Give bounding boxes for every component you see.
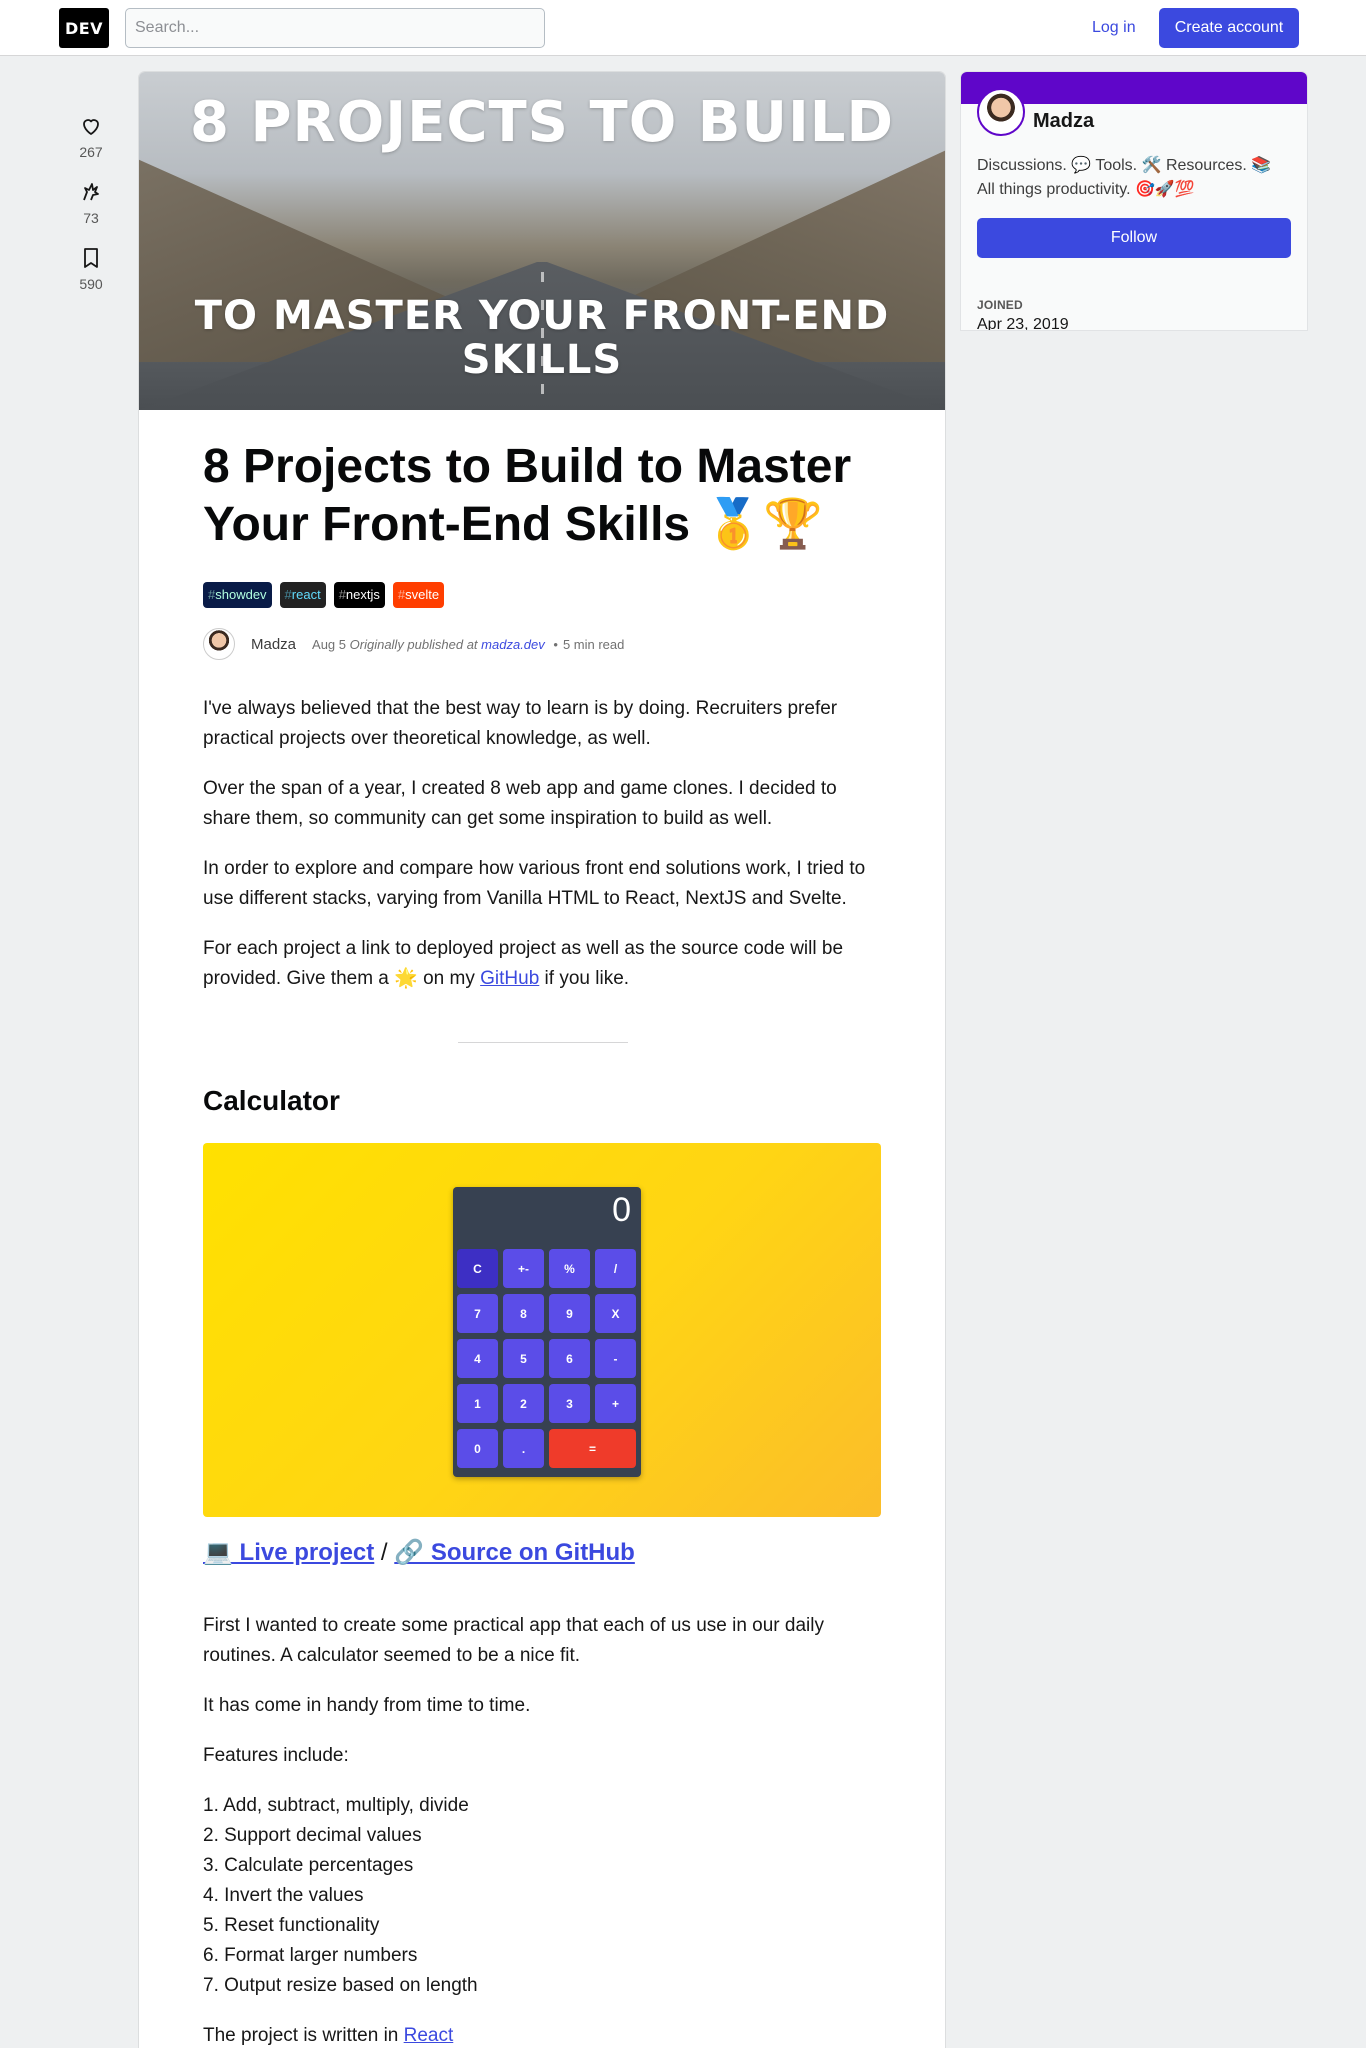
divider <box>458 1042 628 1043</box>
list-item: 2. Support decimal values <box>203 1825 422 1846</box>
project-links: 💻 Live project / 🔗 Source on GitHub <box>203 1537 883 1569</box>
calc-key: 4 <box>457 1339 498 1378</box>
sidebar-author-name[interactable]: Madza <box>1033 110 1094 133</box>
tag-list: #showdev #react #nextjs #svelte <box>203 582 883 608</box>
calc-key: - <box>595 1339 636 1378</box>
sidebar-avatar[interactable] <box>977 88 1025 136</box>
paragraph: The project is written in React <box>203 2025 454 2046</box>
calc-key: 1 <box>457 1384 498 1423</box>
article-title: 8 Projects to Build to Master Your Front… <box>203 440 852 551</box>
react-link[interactable]: React <box>404 2025 454 2046</box>
publish-date: Aug 5 <box>312 636 347 652</box>
calc-key: +- <box>503 1249 544 1288</box>
calc-key: X <box>595 1294 636 1333</box>
calculator-keypad: C +- % / 7 8 9 X 4 5 6 - 1 2 3 + 0 . = <box>457 1249 637 1468</box>
heart-icon <box>83 119 99 135</box>
search-input[interactable] <box>125 8 545 48</box>
list-item: 5. Reset functionality <box>203 1915 380 1936</box>
list-item: 6. Format larger numbers <box>203 1945 418 1966</box>
features-list: 1. Add, subtract, multiply, divide 2. Su… <box>203 1791 883 2001</box>
paragraph: Features include: <box>203 1745 349 1766</box>
unicorn-icon <box>83 183 99 201</box>
paragraph: Over the span of a year, I created 8 web… <box>203 778 837 829</box>
live-project-link[interactable]: 💻 Live project <box>203 1539 374 1566</box>
origin-link[interactable]: madza.dev <box>481 637 545 652</box>
list-item: 7. Output resize based on length <box>203 1975 478 1996</box>
save-reaction-button[interactable]: 590 <box>70 246 112 292</box>
originally-published-label: Originally published at <box>349 636 478 652</box>
tag-nextjs[interactable]: #nextjs <box>333 582 385 608</box>
calc-key: 7 <box>457 1294 498 1333</box>
unicorn-count: 73 <box>83 210 99 226</box>
read-time: 5 min read <box>562 636 625 652</box>
list-item: 1. Add, subtract, multiply, divide <box>203 1795 469 1816</box>
author-avatar[interactable] <box>203 628 235 660</box>
paragraph: I've always believed that the best way t… <box>203 698 838 749</box>
calc-key: 5 <box>503 1339 544 1378</box>
login-link[interactable]: Log in <box>1076 8 1152 48</box>
paragraph: First I wanted to create some practical … <box>203 1615 824 1666</box>
tag-react[interactable]: #react <box>279 582 326 608</box>
joined-label: JOINED <box>977 298 1023 312</box>
star-emoji: 🌟 <box>394 968 418 989</box>
article-meta: Aug 5 Originally published at madza.dev … <box>312 637 624 652</box>
calculator-screenshot: 0 C +- % / 7 8 9 X 4 5 6 - 1 2 3 + 0 . = <box>203 1143 881 1517</box>
calc-key: 6 <box>549 1339 590 1378</box>
cover-headline: 8 PROJECTS TO BUILD <box>190 90 894 155</box>
calc-key: C <box>457 1249 498 1288</box>
calc-key-equals: = <box>549 1429 636 1468</box>
calc-key: 2 <box>503 1384 544 1423</box>
article-content: I've always believed that the best way t… <box>203 694 883 2048</box>
bookmark-icon <box>84 248 98 268</box>
author-line: Madza Aug 5 Originally published at madz… <box>203 628 883 660</box>
calc-key: % <box>549 1249 590 1288</box>
section-heading-calculator: Calculator <box>203 1085 340 1116</box>
joined-date: Apr 23, 2019 <box>977 316 1069 330</box>
follow-button[interactable]: Follow <box>977 218 1291 258</box>
create-account-button[interactable]: Create account <box>1159 8 1299 48</box>
top-navbar: DEV Log in Create account <box>0 0 1366 56</box>
calc-key: . <box>503 1429 544 1468</box>
reaction-bar: 267 73 590 <box>70 114 112 332</box>
meta-separator: • <box>553 636 558 652</box>
list-item: 3. Calculate percentages <box>203 1855 414 1876</box>
article-body: 8 Projects to Build to Master Your Front… <box>203 410 883 2048</box>
paragraph: It has come in handy from time to time. <box>203 1695 531 1716</box>
unicorn-reaction-button[interactable]: 73 <box>70 180 112 226</box>
cover-subheadline: TO MASTER YOUR FRONT-END SKILLS <box>194 293 890 383</box>
calc-key: 0 <box>457 1429 498 1468</box>
cover-image: 8 PROJECTS TO BUILD TO MASTER YOUR FRONT… <box>139 72 945 410</box>
author-sidebar-card: Madza Discussions. 💬 Tools. 🛠️ Resources… <box>961 72 1307 330</box>
heart-reaction-button[interactable]: 267 <box>70 114 112 160</box>
tag-showdev[interactable]: #showdev <box>203 582 272 608</box>
author-bio: Discussions. 💬 Tools. 🛠️ Resources. 📚 Al… <box>977 157 1272 198</box>
calc-key: 3 <box>549 1384 590 1423</box>
paragraph: In order to explore and compare how vari… <box>203 858 866 909</box>
author-name[interactable]: Madza <box>251 636 296 653</box>
github-link[interactable]: GitHub <box>480 968 539 989</box>
tag-svelte[interactable]: #svelte <box>392 582 445 608</box>
calc-key: 9 <box>549 1294 590 1333</box>
calculator-display: 0 <box>612 1191 631 1229</box>
source-github-link[interactable]: 🔗 Source on GitHub <box>394 1539 635 1566</box>
paragraph: For each project a link to deployed proj… <box>203 938 844 989</box>
calc-key: + <box>595 1384 636 1423</box>
link-separator: / <box>374 1539 395 1566</box>
calculator-app: 0 C +- % / 7 8 9 X 4 5 6 - 1 2 3 + 0 . = <box>453 1187 641 1477</box>
list-item: 4. Invert the values <box>203 1885 364 1906</box>
save-count: 590 <box>79 276 103 292</box>
article-card: 8 PROJECTS TO BUILD TO MASTER YOUR FRONT… <box>139 72 945 2048</box>
calc-key: 8 <box>503 1294 544 1333</box>
calc-key: / <box>595 1249 636 1288</box>
heart-count: 267 <box>79 144 103 160</box>
dev-logo[interactable]: DEV <box>59 8 109 48</box>
